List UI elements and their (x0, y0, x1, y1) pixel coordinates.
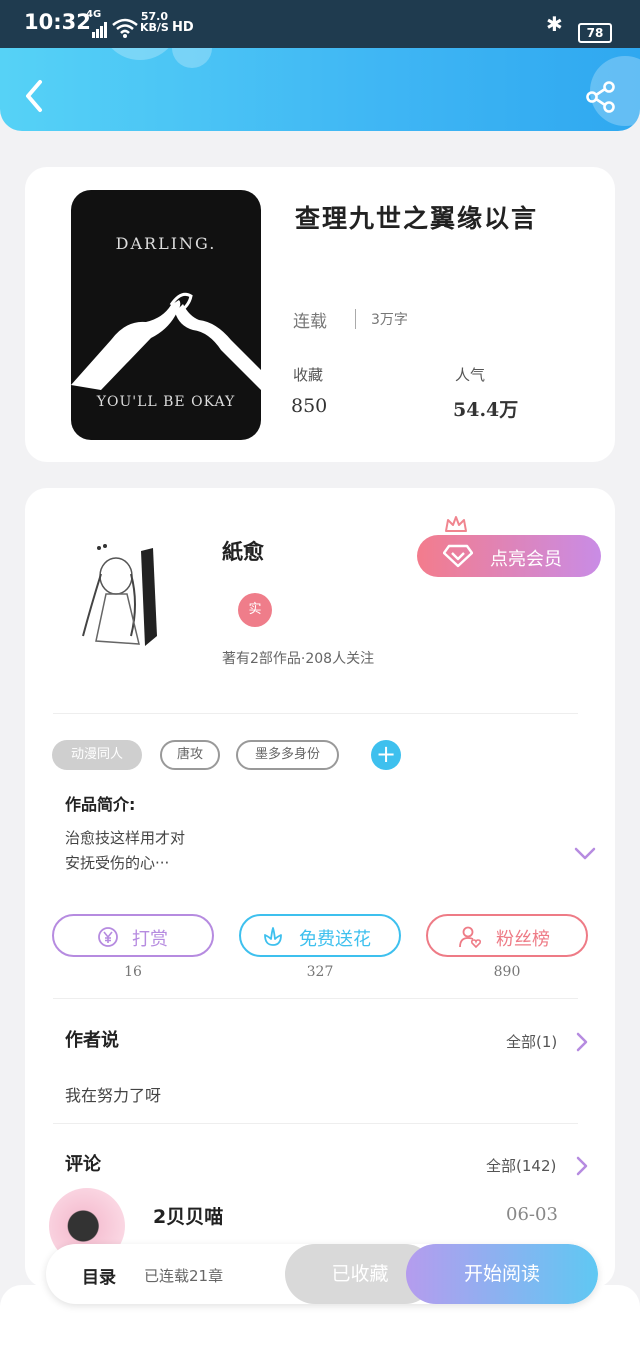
reward-count: 16 (124, 964, 142, 980)
network-indicator: 4G (86, 9, 102, 20)
send-flower-button[interactable]: 免费送花 (239, 914, 401, 957)
fans-rank-label: 粉丝榜 (496, 929, 550, 950)
user-heart-icon (459, 926, 482, 949)
reward-label: 打赏 (132, 929, 168, 950)
tag-item[interactable]: 墨多多身份 (236, 740, 339, 770)
back-icon[interactable] (20, 78, 50, 114)
comment-date: 06-03 (506, 1204, 558, 1225)
author-says-title: 作者说 (65, 1030, 119, 1051)
author-name[interactable]: 紙愈 (222, 536, 264, 566)
author-says-all-link[interactable]: 全部(1) (506, 1031, 557, 1052)
word-count: 3万字 (371, 312, 408, 328)
battery-indicator: 78 (578, 23, 612, 43)
wifi-icon (112, 18, 138, 38)
intro-title: 作品简介: (65, 795, 136, 814)
diamond-icon (443, 544, 473, 568)
pinky-promise-illustration (71, 292, 261, 390)
share-icon[interactable] (584, 80, 618, 114)
chevron-right-icon[interactable] (575, 1155, 589, 1177)
favorites-count: 850 (291, 395, 328, 417)
author-says-content: 我在努力了呀 (65, 1086, 162, 1105)
toc-button[interactable]: 目录 (82, 1263, 116, 1288)
comments-all-link[interactable]: 全部(142) (486, 1155, 556, 1176)
flower-icon (264, 927, 282, 946)
reward-button[interactable]: 打赏 (52, 914, 214, 957)
yen-icon (98, 927, 118, 947)
section-divider (53, 998, 578, 999)
author-works-info: 著有2部作品·208人关注 (222, 651, 375, 667)
comments-title: 评论 (65, 1154, 101, 1175)
commenter-name[interactable]: 2贝贝喵 (153, 1202, 223, 1229)
network-speed: 57.0 KB/S (140, 11, 169, 33)
serial-status: 连载 (293, 312, 327, 332)
flower-count: 327 (306, 964, 334, 980)
tag-item[interactable]: 动漫同人 (52, 740, 142, 770)
speed-unit: KB/S (140, 21, 169, 34)
chevron-right-icon[interactable] (575, 1031, 589, 1053)
favorites-label: 收藏 (293, 366, 324, 384)
fans-count: 890 (493, 964, 521, 980)
cover-text-top: DARLING. (115, 234, 217, 253)
fans-rank-button[interactable]: 粉丝榜 (426, 914, 588, 957)
author-avatar[interactable] (61, 536, 171, 654)
tag-item[interactable]: 唐攻 (160, 740, 220, 770)
vip-button[interactable]: 点亮会员 (417, 516, 601, 577)
send-flower-label: 免费送花 (299, 929, 371, 950)
divider (355, 309, 356, 329)
start-reading-button[interactable]: 开始阅读 (406, 1244, 598, 1304)
crown-icon (445, 516, 467, 532)
author-card: 紙愈 实 著有2部作品·208人关注 点亮会员 动漫同人 唐攻 墨多多身份 + … (25, 488, 615, 1288)
chevron-down-icon[interactable] (573, 844, 597, 864)
bottom-action-bar: 目录 已连载21章 已收藏 开始阅读 (46, 1244, 598, 1304)
book-info-card: DARLING. YOU'LL BE OKAY 查理九世之翼缘以言 连载 3万字… (25, 167, 615, 462)
verified-badge: 实 (238, 593, 272, 627)
section-divider (53, 713, 578, 714)
popularity-label: 人气 (455, 366, 486, 384)
book-title: 查理九世之翼缘以言 (295, 204, 539, 233)
hd-indicator: HD (172, 20, 194, 35)
book-cover[interactable]: DARLING. YOU'LL BE OKAY (71, 190, 261, 440)
bluetooth-icon: ✱ (546, 12, 563, 36)
status-time: 10:32 (24, 10, 91, 34)
add-tag-button[interactable]: + (371, 740, 401, 770)
intro-line-1: 治愈技这样用才对 (65, 829, 186, 847)
serial-chapter-count: 已连载21章 (144, 1267, 224, 1285)
popularity-count: 54.4万 (453, 399, 519, 421)
signal-icon (92, 22, 107, 38)
section-divider (53, 1123, 578, 1124)
vip-button-label: 点亮会员 (490, 549, 562, 570)
intro-line-2: 安抚受伤的心··· (65, 854, 170, 872)
cover-text-bottom: YOU'LL BE OKAY (96, 394, 236, 410)
status-bar: 10:32 4G 57.0 KB/S HD ✱ 78 (0, 0, 640, 48)
